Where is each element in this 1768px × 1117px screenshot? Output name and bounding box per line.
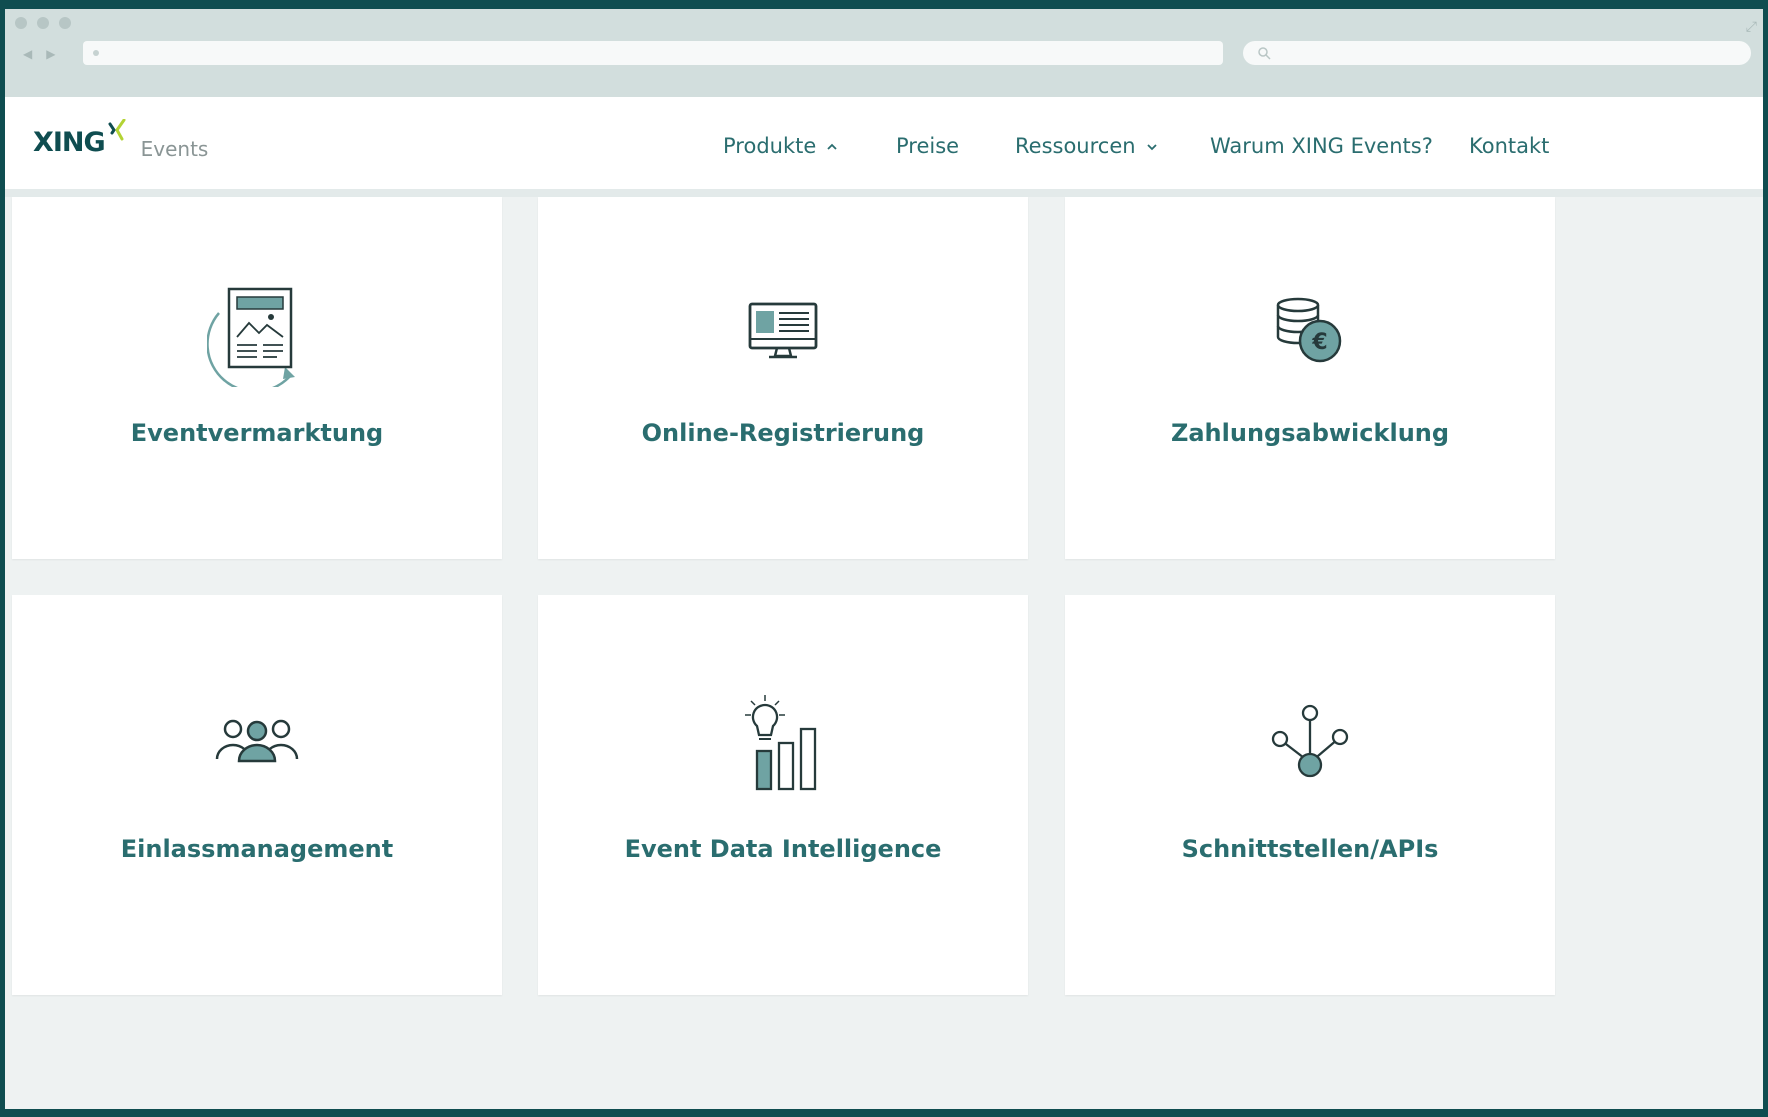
logo-text: XING — [33, 127, 106, 158]
card-title: Online-Registrierung — [641, 419, 925, 447]
product-card-eventvermarktung[interactable]: Eventvermarktung — [12, 197, 502, 559]
nav-label: Ressourcen — [1015, 134, 1136, 158]
back-icon[interactable]: ◀ — [23, 47, 32, 61]
product-card-zahlungsabwicklung[interactable]: € Zahlungsabwicklung — [1065, 197, 1555, 559]
browser-search-bar[interactable] — [1243, 41, 1751, 65]
forward-icon[interactable]: ▶ — [46, 47, 55, 61]
people-group-icon — [215, 719, 299, 763]
nav-item-produkte[interactable]: Produkte — [723, 134, 838, 158]
maximize-window-button[interactable] — [59, 17, 71, 29]
product-card-schnittstellen-apis[interactable]: Schnittstellen/APIs — [1065, 595, 1555, 995]
address-bar[interactable] — [83, 41, 1223, 65]
card-title: Zahlungsabwicklung — [1170, 419, 1450, 447]
nav-label: Kontakt — [1469, 134, 1550, 158]
nav-label: Produkte — [723, 134, 817, 158]
product-card-online-registrierung[interactable]: Online-Registrierung — [538, 197, 1028, 559]
nav-label: Warum XING Events? — [1210, 134, 1433, 158]
page-icon — [93, 50, 99, 56]
monitor-icon — [748, 302, 818, 359]
xing-x-icon — [108, 119, 126, 141]
svg-text:€: € — [1311, 330, 1327, 355]
close-window-button[interactable] — [15, 17, 27, 29]
chevron-down-icon — [1146, 144, 1157, 151]
api-network-icon — [1271, 704, 1349, 778]
search-icon — [1258, 47, 1271, 60]
product-card-event-data-intelligence[interactable]: Event Data Intelligence — [538, 595, 1028, 995]
newsletter-icon — [207, 287, 295, 387]
minimize-window-button[interactable] — [37, 17, 49, 29]
nav-item-ressourcen[interactable]: Ressourcen — [1015, 134, 1158, 158]
logo-subtitle: Events — [140, 137, 209, 161]
product-card-einlassmanagement[interactable]: Einlassmanagement — [12, 595, 502, 995]
card-title: Event Data Intelligence — [624, 835, 942, 863]
browser-chrome: ◀ ▶ ⤢ — [5, 9, 1763, 97]
card-title: Eventvermarktung — [130, 419, 384, 447]
nav-label: Preise — [896, 134, 960, 158]
nav-item-warum[interactable]: Warum XING Events? — [1210, 134, 1433, 158]
nav-item-preise[interactable]: Preise — [896, 134, 959, 158]
site-header: XING Events Produkte Preise Ressourcen W… — [5, 97, 1763, 197]
window-controls — [15, 17, 71, 29]
fullscreen-icon[interactable]: ⤢ — [1746, 19, 1757, 35]
card-title: Einlassmanagement — [120, 835, 394, 863]
browser-window: ◀ ▶ ⤢ XING Events Produkte Preise Ressou… — [5, 9, 1763, 1109]
euro-coins-icon: € — [1276, 297, 1342, 363]
card-title: Schnittstellen/APIs — [1181, 835, 1439, 863]
chevron-up-icon — [827, 143, 837, 150]
xing-events-logo[interactable]: XING Events — [33, 119, 209, 161]
nav-item-kontakt[interactable]: Kontakt — [1469, 134, 1549, 158]
history-buttons: ◀ ▶ — [23, 47, 55, 61]
lightbulb-chart-icon — [745, 695, 817, 791]
